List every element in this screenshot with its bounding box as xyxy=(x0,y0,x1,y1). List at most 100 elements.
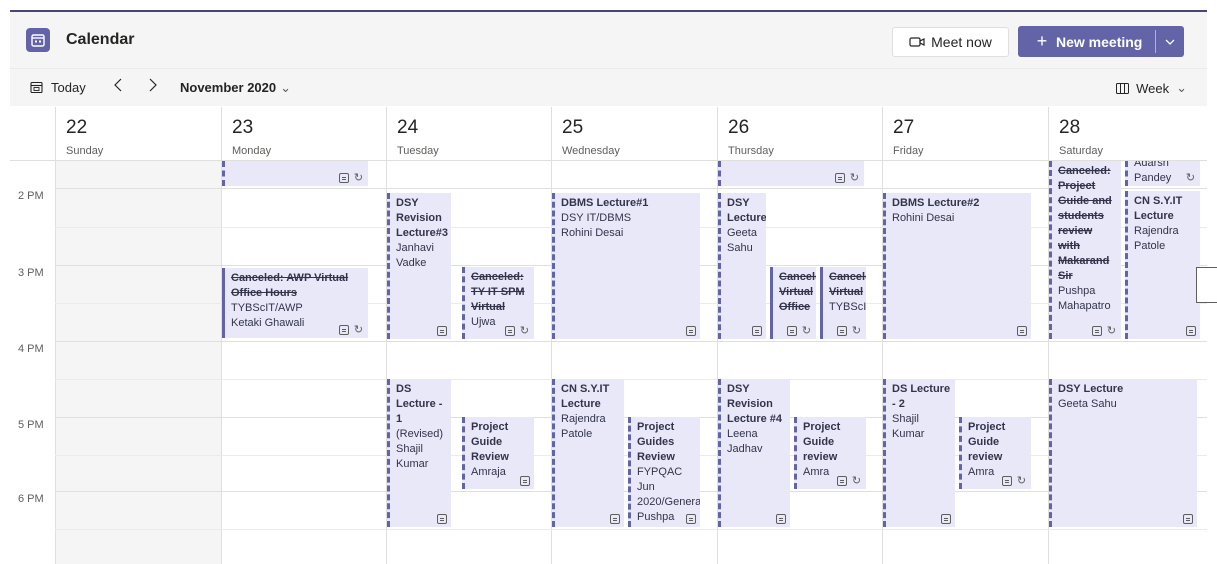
calendar-event[interactable]: ↻ xyxy=(718,161,864,186)
week-grid: 2 PM 3 PM 4 PM 5 PM 6 PM ↻ Canceled: AWP… xyxy=(10,161,1207,564)
day-name: Saturday xyxy=(1059,145,1104,157)
day-header-thursday[interactable]: 26 Thursday xyxy=(717,107,882,161)
event-title: DS Lecture - 1 xyxy=(396,383,443,425)
recurring-icon: ↻ xyxy=(353,172,364,184)
time-label: 6 PM xyxy=(18,493,44,505)
calendar-event[interactable]: CN S.Y.IT Lecture Rajendra Patole xyxy=(552,379,624,527)
notes-icon xyxy=(787,326,797,336)
time-label: 5 PM xyxy=(18,419,44,431)
event-organizer: Shajil Kumar xyxy=(892,413,925,440)
recurring-icon: ↻ xyxy=(801,325,812,337)
calendar-event[interactable]: DSY Revision Lecture#3 Janhavi Vadke xyxy=(387,193,451,339)
calendar-event[interactable]: Canceled: Virtual TYBScIT ↻ xyxy=(820,267,866,339)
event-organizer: Rajendra Patole xyxy=(1134,225,1179,252)
recurring-icon: ↻ xyxy=(1185,172,1196,184)
day-column-sunday[interactable] xyxy=(55,161,221,564)
calendar-event[interactable]: Adarsh Pandey ↻ xyxy=(1125,161,1200,186)
notes-icon xyxy=(837,476,847,486)
notes-icon xyxy=(686,326,696,336)
event-title: DSY Lecture xyxy=(727,197,766,224)
new-meeting-label: New meeting xyxy=(1056,33,1143,50)
day-header-saturday[interactable]: 28 Saturday xyxy=(1048,107,1207,161)
day-header-monday[interactable]: 23 Monday xyxy=(221,107,386,161)
calendar-event[interactable]: CN S.Y.IT Lecture Rajendra Patole xyxy=(1125,191,1200,339)
event-title: Project Guide review xyxy=(803,421,841,463)
event-organizer: Janhavi Vadke xyxy=(396,242,434,269)
event-location: DSY IT/DBMS xyxy=(561,212,632,224)
event-title: DS Lecture - 2 xyxy=(892,383,951,410)
calendar-event[interactable]: ↻ xyxy=(222,161,368,186)
day-header-tuesday[interactable]: 24 Tuesday xyxy=(386,107,551,161)
day-number: 24 xyxy=(397,117,419,138)
notes-icon xyxy=(437,326,447,336)
next-week-button[interactable] xyxy=(148,78,157,96)
day-header-wednesday[interactable]: 25 Wednesday xyxy=(551,107,717,161)
video-camera-icon xyxy=(909,37,925,47)
notes-icon xyxy=(686,514,696,524)
meet-now-label: Meet now xyxy=(931,34,992,50)
calendar-event[interactable]: Project Guide Review Amraja xyxy=(462,417,534,489)
notes-icon xyxy=(835,173,845,183)
side-panel-handle[interactable] xyxy=(1196,267,1217,303)
today-button[interactable]: Today xyxy=(30,80,86,95)
event-title: Canceled: Project Guide and students rev… xyxy=(1058,165,1112,282)
calendar-today-icon xyxy=(30,81,43,94)
day-column-monday[interactable] xyxy=(221,161,386,564)
calendar-event[interactable]: Project Guides Review FYPQAC Jun 2020/Ge… xyxy=(628,417,700,527)
calendar-event[interactable]: Canceled: TY IT SPM Virtual Ujwa ↻ xyxy=(462,267,534,339)
day-name: Wednesday xyxy=(562,145,620,157)
half-hour-line xyxy=(55,379,1207,380)
recurring-icon: ↻ xyxy=(519,325,530,337)
calendar-event[interactable]: DBMS Lecture#1 DSY IT/DBMS Rohini Desai xyxy=(552,193,700,339)
event-organizer: Rohini Desai xyxy=(892,212,955,224)
chevron-down-icon[interactable] xyxy=(1156,26,1184,57)
view-switcher[interactable]: Week ⌄ xyxy=(1116,80,1187,96)
event-title: Project Guide Review xyxy=(471,421,509,463)
calendar-event[interactable]: DSY Lecture Geeta Sahu xyxy=(718,193,766,339)
calendar-icon[interactable] xyxy=(26,28,50,52)
notes-icon xyxy=(339,325,349,335)
day-number: 22 xyxy=(66,117,88,138)
day-header-sunday[interactable]: 22 Sunday xyxy=(55,107,221,161)
time-label: 2 PM xyxy=(18,190,44,202)
notes-icon xyxy=(752,326,762,336)
event-title: DBMS Lecture#2 xyxy=(892,197,980,209)
calendar-event[interactable]: DS Lecture - 2 Shajil Kumar xyxy=(883,379,955,527)
month-picker[interactable]: November 2020 ⌄ xyxy=(180,80,291,96)
day-number: 26 xyxy=(728,117,750,138)
event-title: CN S.Y.IT Lecture xyxy=(1134,195,1183,222)
calendar-toolbar: Today November 2020 ⌄ Week ⌄ xyxy=(10,68,1207,106)
event-title: Canceled: Virtual Office xyxy=(779,271,816,313)
calendar-event[interactable]: DBMS Lecture#2 Rohini Desai xyxy=(883,193,1031,339)
chevron-down-icon: ⌄ xyxy=(280,80,292,95)
day-number: 27 xyxy=(893,117,915,138)
event-location: FYPQAC Jun 2020/Genera xyxy=(637,466,700,508)
calendar-event[interactable]: Project Guide review Amra ↻ xyxy=(959,417,1031,489)
day-header-friday[interactable]: 27 Friday xyxy=(882,107,1048,161)
calendar-event[interactable]: Canceled: Project Guide and students rev… xyxy=(1049,161,1121,339)
day-name: Friday xyxy=(893,145,924,157)
calendar-event[interactable]: DSY Revision Lecture #4 Leena Jadhav xyxy=(718,379,790,527)
recurring-icon: ↻ xyxy=(851,475,862,487)
event-organizer: Shajil Kumar xyxy=(396,443,429,470)
event-location: TYBScIT xyxy=(829,301,866,313)
notes-icon xyxy=(941,514,951,524)
day-name: Thursday xyxy=(728,145,774,157)
recurring-icon: ↻ xyxy=(1016,475,1027,487)
half-hour-line xyxy=(55,529,1207,530)
notes-icon xyxy=(1017,326,1027,336)
today-label: Today xyxy=(51,80,86,95)
calendar-event[interactable]: DS Lecture - 1 (Revised) Shajil Kumar xyxy=(387,379,451,527)
time-label: 4 PM xyxy=(18,343,44,355)
day-name: Monday xyxy=(232,145,272,157)
previous-week-button[interactable] xyxy=(114,78,123,96)
calendar-event[interactable]: Canceled: AWP Virtual Office Hours TYBSc… xyxy=(222,268,368,338)
calendar-event[interactable]: DSY Lecture Geeta Sahu xyxy=(1049,379,1197,527)
calendar-event[interactable]: Canceled: Virtual Office ↻ xyxy=(770,267,816,339)
new-meeting-button[interactable]: + New meeting xyxy=(1018,26,1184,57)
calendar-event[interactable]: Project Guide review Amra ↻ xyxy=(794,417,866,489)
event-organizer: Geeta Sahu xyxy=(727,227,757,254)
event-organizer: Rajendra Patole xyxy=(561,413,606,440)
meet-now-button[interactable]: Meet now xyxy=(892,27,1009,57)
notes-icon xyxy=(1186,326,1196,336)
